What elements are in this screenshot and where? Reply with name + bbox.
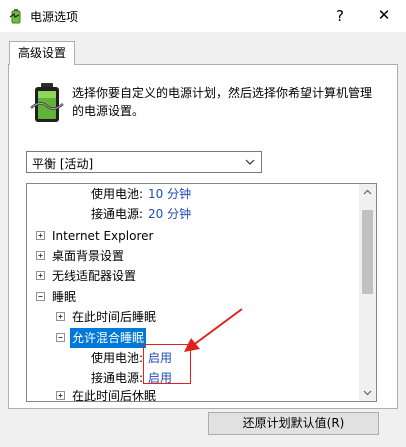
tree-item-hybrid-ac[interactable]: 接通电源: 启用 bbox=[27, 368, 360, 388]
description-text: 选择你要自定义的电源计划，然后选择你希望计算机管理 的电源设置。 bbox=[72, 84, 382, 120]
scroll-down-arrow-icon[interactable] bbox=[359, 384, 376, 401]
description-line: 的电源设置。 bbox=[72, 104, 145, 118]
power-plan-select[interactable]: 平衡 [活动] bbox=[26, 151, 262, 173]
help-button[interactable]: ? bbox=[320, 0, 360, 32]
setting-label: Internet Explorer bbox=[52, 229, 154, 243]
setting-label: 使用电池: bbox=[91, 351, 144, 365]
setting-label: 桌面背景设置 bbox=[52, 249, 125, 263]
chevron-down-icon bbox=[243, 153, 257, 171]
setting-value[interactable]: 20 分钟 bbox=[148, 204, 191, 224]
expand-icon[interactable] bbox=[56, 312, 65, 321]
battery-icon bbox=[30, 82, 64, 124]
setting-value[interactable]: 10 分钟 bbox=[148, 184, 191, 204]
window-title: 电源选项 bbox=[30, 10, 79, 24]
description-line: 选择你要自定义的电源计划，然后选择你希望计算机管理 bbox=[72, 86, 373, 100]
restore-plan-defaults-button[interactable]: 还原计划默认值(R) bbox=[208, 412, 379, 435]
tab-advanced-settings[interactable]: 高级设置 bbox=[9, 41, 75, 65]
power-plan-select-value: 平衡 [活动] bbox=[32, 157, 94, 171]
tree-item-internet-explorer[interactable]: Internet Explorer bbox=[27, 226, 360, 246]
expand-icon[interactable] bbox=[36, 271, 45, 280]
scrollbar-thumb[interactable] bbox=[362, 210, 373, 294]
tree-item-sleep[interactable]: 睡眠 bbox=[27, 287, 360, 307]
setting-label: 使用电池: bbox=[91, 187, 144, 201]
power-settings-tree[interactable]: 使用电池: 10 分钟 接通电源: 20 分钟 Internet Explore… bbox=[26, 183, 377, 402]
expand-icon[interactable] bbox=[56, 391, 65, 400]
annotation-arrow-icon bbox=[184, 308, 243, 352]
collapse-icon[interactable] bbox=[56, 333, 65, 342]
scroll-up-arrow-icon[interactable] bbox=[359, 184, 376, 201]
tree-item-hibernate-after[interactable]: 在此时间后休眠 bbox=[27, 386, 360, 402]
collapse-icon[interactable] bbox=[36, 292, 45, 301]
setting-label: 接通电源: bbox=[91, 207, 144, 221]
setting-label: 接通电源: bbox=[91, 371, 144, 385]
title-bar: 电源选项 ? ✕ bbox=[0, 0, 406, 32]
setting-label: 睡眠 bbox=[52, 290, 77, 304]
setting-label: 在此时间后休眠 bbox=[72, 389, 157, 402]
tree-item-battery-timeout[interactable]: 使用电池: 10 分钟 bbox=[27, 184, 360, 204]
tree-item-desktop-background[interactable]: 桌面背景设置 bbox=[27, 246, 360, 266]
setting-label: 在此时间后睡眠 bbox=[72, 310, 157, 324]
setting-label: 无线适配器设置 bbox=[52, 269, 137, 283]
expand-icon[interactable] bbox=[36, 231, 45, 240]
tree-item-wireless-adapter[interactable]: 无线适配器设置 bbox=[27, 266, 360, 286]
power-options-icon bbox=[8, 8, 24, 24]
expand-icon[interactable] bbox=[36, 251, 45, 260]
tree-item-ac-timeout[interactable]: 接通电源: 20 分钟 bbox=[27, 204, 360, 224]
setting-label-selected: 允许混合睡眠 bbox=[70, 328, 147, 348]
vertical-scrollbar[interactable] bbox=[359, 184, 376, 401]
close-button[interactable]: ✕ bbox=[362, 0, 406, 32]
